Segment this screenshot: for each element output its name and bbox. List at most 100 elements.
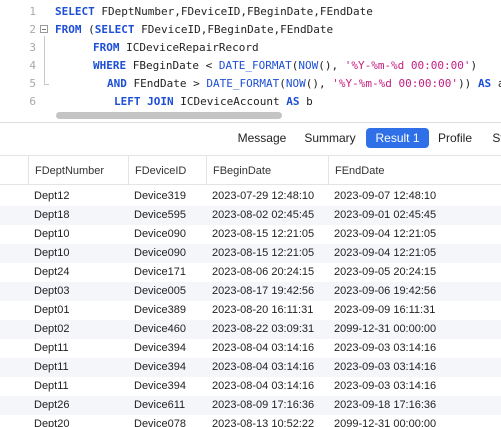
cell-fbegindate[interactable]: 2023-08-13 10:52:22 [206,415,328,427]
column-header-fdeptnumber[interactable]: FDeptNumber [28,156,128,185]
cell-fdeptnumber[interactable]: Dept20 [28,415,128,427]
cell-fdeviceid[interactable]: Device611 [128,396,206,415]
cell-fdeptnumber[interactable]: Dept10 [28,244,128,263]
cell-fenddate[interactable]: 2023-09-01 02:45:45 [328,206,501,225]
cell-fenddate[interactable]: 2023-09-06 19:42:56 [328,282,501,301]
code-line[interactable]: 2 FROM (SELECT FDeviceID,FBeginDate,FEndD… [0,21,501,39]
cell-fenddate[interactable]: 2023-09-09 16:11:31 [328,301,501,320]
cell-fdeptnumber[interactable]: Dept11 [28,339,128,358]
grid-header-row: FDeptNumber FDeviceID FBeginDate FEndDat… [0,155,501,185]
cell-fdeptnumber[interactable]: Dept12 [28,187,128,206]
cell-fbegindate[interactable]: 2023-08-20 16:11:31 [206,301,328,320]
tab-st[interactable]: St [488,128,501,148]
cell-fdeviceid[interactable]: Device005 [128,282,206,301]
row-selector[interactable] [0,225,28,244]
row-selector[interactable] [0,206,28,225]
cell-fdeviceid[interactable]: Device171 [128,263,206,282]
row-selector[interactable] [0,244,28,263]
code-line[interactable]: 5 AND FEndDate > DATE_FORMAT(NOW(), '%Y-%… [0,75,501,93]
cell-fenddate[interactable]: 2023-09-04 12:21:05 [328,225,501,244]
sql-editor[interactable]: 1 SELECT FDeptNumber,FDeviceID,FBeginDate… [0,0,501,120]
cell-fdeviceid[interactable]: Device319 [128,187,206,206]
cell-fbegindate[interactable]: 2023-08-22 03:09:31 [206,320,328,339]
row-selector-header[interactable] [0,156,28,185]
cell-fbegindate[interactable]: 2023-08-06 20:24:15 [206,263,328,282]
table-row[interactable]: Dept02 Device460 2023-08-22 03:09:31 2099-1… [0,320,501,339]
table-row[interactable]: Dept11 Device394 2023-08-04 03:14:16 2023-0… [0,377,501,396]
tab-message[interactable]: Message [236,128,288,148]
cell-fenddate[interactable]: 2023-09-03 03:14:16 [328,377,501,396]
table-row[interactable]: Dept12 Device319 2023-07-29 12:48:10 2023-0… [0,187,501,206]
cell-fdeptnumber[interactable]: Dept24 [28,263,128,282]
cell-fdeviceid[interactable]: Device090 [128,244,206,263]
tab-result-1[interactable]: Result 1 [366,128,429,148]
sql-keyword: SELECT [94,23,142,36]
row-selector[interactable] [0,282,28,301]
cell-fdeptnumber[interactable]: Dept02 [28,320,128,339]
cell-fenddate[interactable]: 2099-12-31 00:00:00 [328,415,501,427]
cell-fbegindate[interactable]: 2023-08-02 02:45:45 [206,206,328,225]
cell-fbegindate[interactable]: 2023-08-04 03:14:16 [206,377,328,396]
cell-fenddate[interactable]: 2023-09-18 17:16:36 [328,396,501,415]
row-selector[interactable] [0,358,28,377]
row-selector[interactable] [0,320,28,339]
row-selector[interactable] [0,377,28,396]
cell-fbegindate[interactable]: 2023-08-17 19:42:56 [206,282,328,301]
row-selector[interactable] [0,415,28,427]
result-grid[interactable]: FDeptNumber FDeviceID FBeginDate FEndDat… [0,155,501,427]
cell-fdeptnumber[interactable]: Dept11 [28,358,128,377]
table-row[interactable]: Dept11 Device394 2023-08-04 03:14:16 2023-0… [0,358,501,377]
cell-fenddate[interactable]: 2023-09-04 12:21:05 [328,244,501,263]
editor-scroll-thumb[interactable] [56,112,282,119]
column-header-fbegindate[interactable]: FBeginDate [206,156,328,185]
table-row[interactable]: Dept20 Device078 2023-08-13 10:52:22 2099-1… [0,415,501,427]
row-selector[interactable] [0,301,28,320]
cell-fenddate[interactable]: 2099-12-31 00:00:00 [328,320,501,339]
cell-fdeptnumber[interactable]: Dept26 [28,396,128,415]
cell-fdeviceid[interactable]: Device460 [128,320,206,339]
table-row[interactable]: Dept18 Device595 2023-08-02 02:45:45 2023-0… [0,206,501,225]
column-header-fdeviceid[interactable]: FDeviceID [128,156,206,185]
cell-fdeviceid[interactable]: Device078 [128,415,206,427]
cell-fbegindate[interactable]: 2023-08-15 12:21:05 [206,225,328,244]
cell-fdeviceid[interactable]: Device394 [128,339,206,358]
code-line[interactable]: 1 SELECT FDeptNumber,FDeviceID,FBeginDate… [0,3,501,21]
row-selector[interactable] [0,187,28,206]
tab-summary[interactable]: Summary [304,128,356,148]
cell-fbegindate[interactable]: 2023-08-15 12:21:05 [206,244,328,263]
cell-fdeptnumber[interactable]: Dept01 [28,301,128,320]
cell-fdeviceid[interactable]: Device394 [128,377,206,396]
table-row[interactable]: Dept01 Device389 2023-08-20 16:11:31 2023-0… [0,301,501,320]
table-row[interactable]: Dept10 Device090 2023-08-15 12:21:05 2023-0… [0,244,501,263]
table-row[interactable]: Dept26 Device611 2023-08-09 17:16:36 2023-0… [0,396,501,415]
cell-fdeviceid[interactable]: Device389 [128,301,206,320]
table-row[interactable]: Dept03 Device005 2023-08-17 19:42:56 2023-0… [0,282,501,301]
table-row[interactable]: Dept24 Device171 2023-08-06 20:24:15 2023-0… [0,263,501,282]
cell-fenddate[interactable]: 2023-09-03 03:14:16 [328,339,501,358]
cell-fdeptnumber[interactable]: Dept18 [28,206,128,225]
cell-fbegindate[interactable]: 2023-08-04 03:14:16 [206,358,328,377]
cell-fbegindate[interactable]: 2023-07-29 12:48:10 [206,187,328,206]
cell-fdeptnumber[interactable]: Dept10 [28,225,128,244]
table-row[interactable]: Dept10 Device090 2023-08-15 12:21:05 2023-0… [0,225,501,244]
column-header-fenddate[interactable]: FEndDate [328,156,501,185]
code-line[interactable]: 6 LEFT JOIN ICDeviceAccount AS b [0,93,501,111]
cell-fbegindate[interactable]: 2023-08-04 03:14:16 [206,339,328,358]
code-line[interactable]: 4 WHERE FBeginDate < DATE_FORMAT(NOW(), '… [0,57,501,75]
table-row[interactable]: Dept11 Device394 2023-08-04 03:14:16 2023-0… [0,339,501,358]
fold-toggle-icon[interactable] [40,25,48,33]
cell-fdeviceid[interactable]: Device090 [128,225,206,244]
tab-profile[interactable]: Profile [437,128,473,148]
cell-fdeviceid[interactable]: Device394 [128,358,206,377]
cell-fenddate[interactable]: 2023-09-03 03:14:16 [328,358,501,377]
cell-fenddate[interactable]: 2023-09-05 20:24:15 [328,263,501,282]
row-selector[interactable] [0,396,28,415]
row-selector[interactable] [0,339,28,358]
code-line[interactable]: 3 FROM ICDeviceRepairRecord [0,39,501,57]
row-selector[interactable] [0,263,28,282]
cell-fdeptnumber[interactable]: Dept11 [28,377,128,396]
cell-fdeptnumber[interactable]: Dept03 [28,282,128,301]
cell-fbegindate[interactable]: 2023-08-09 17:16:36 [206,396,328,415]
cell-fenddate[interactable]: 2023-09-07 12:48:10 [328,187,501,206]
cell-fdeviceid[interactable]: Device595 [128,206,206,225]
